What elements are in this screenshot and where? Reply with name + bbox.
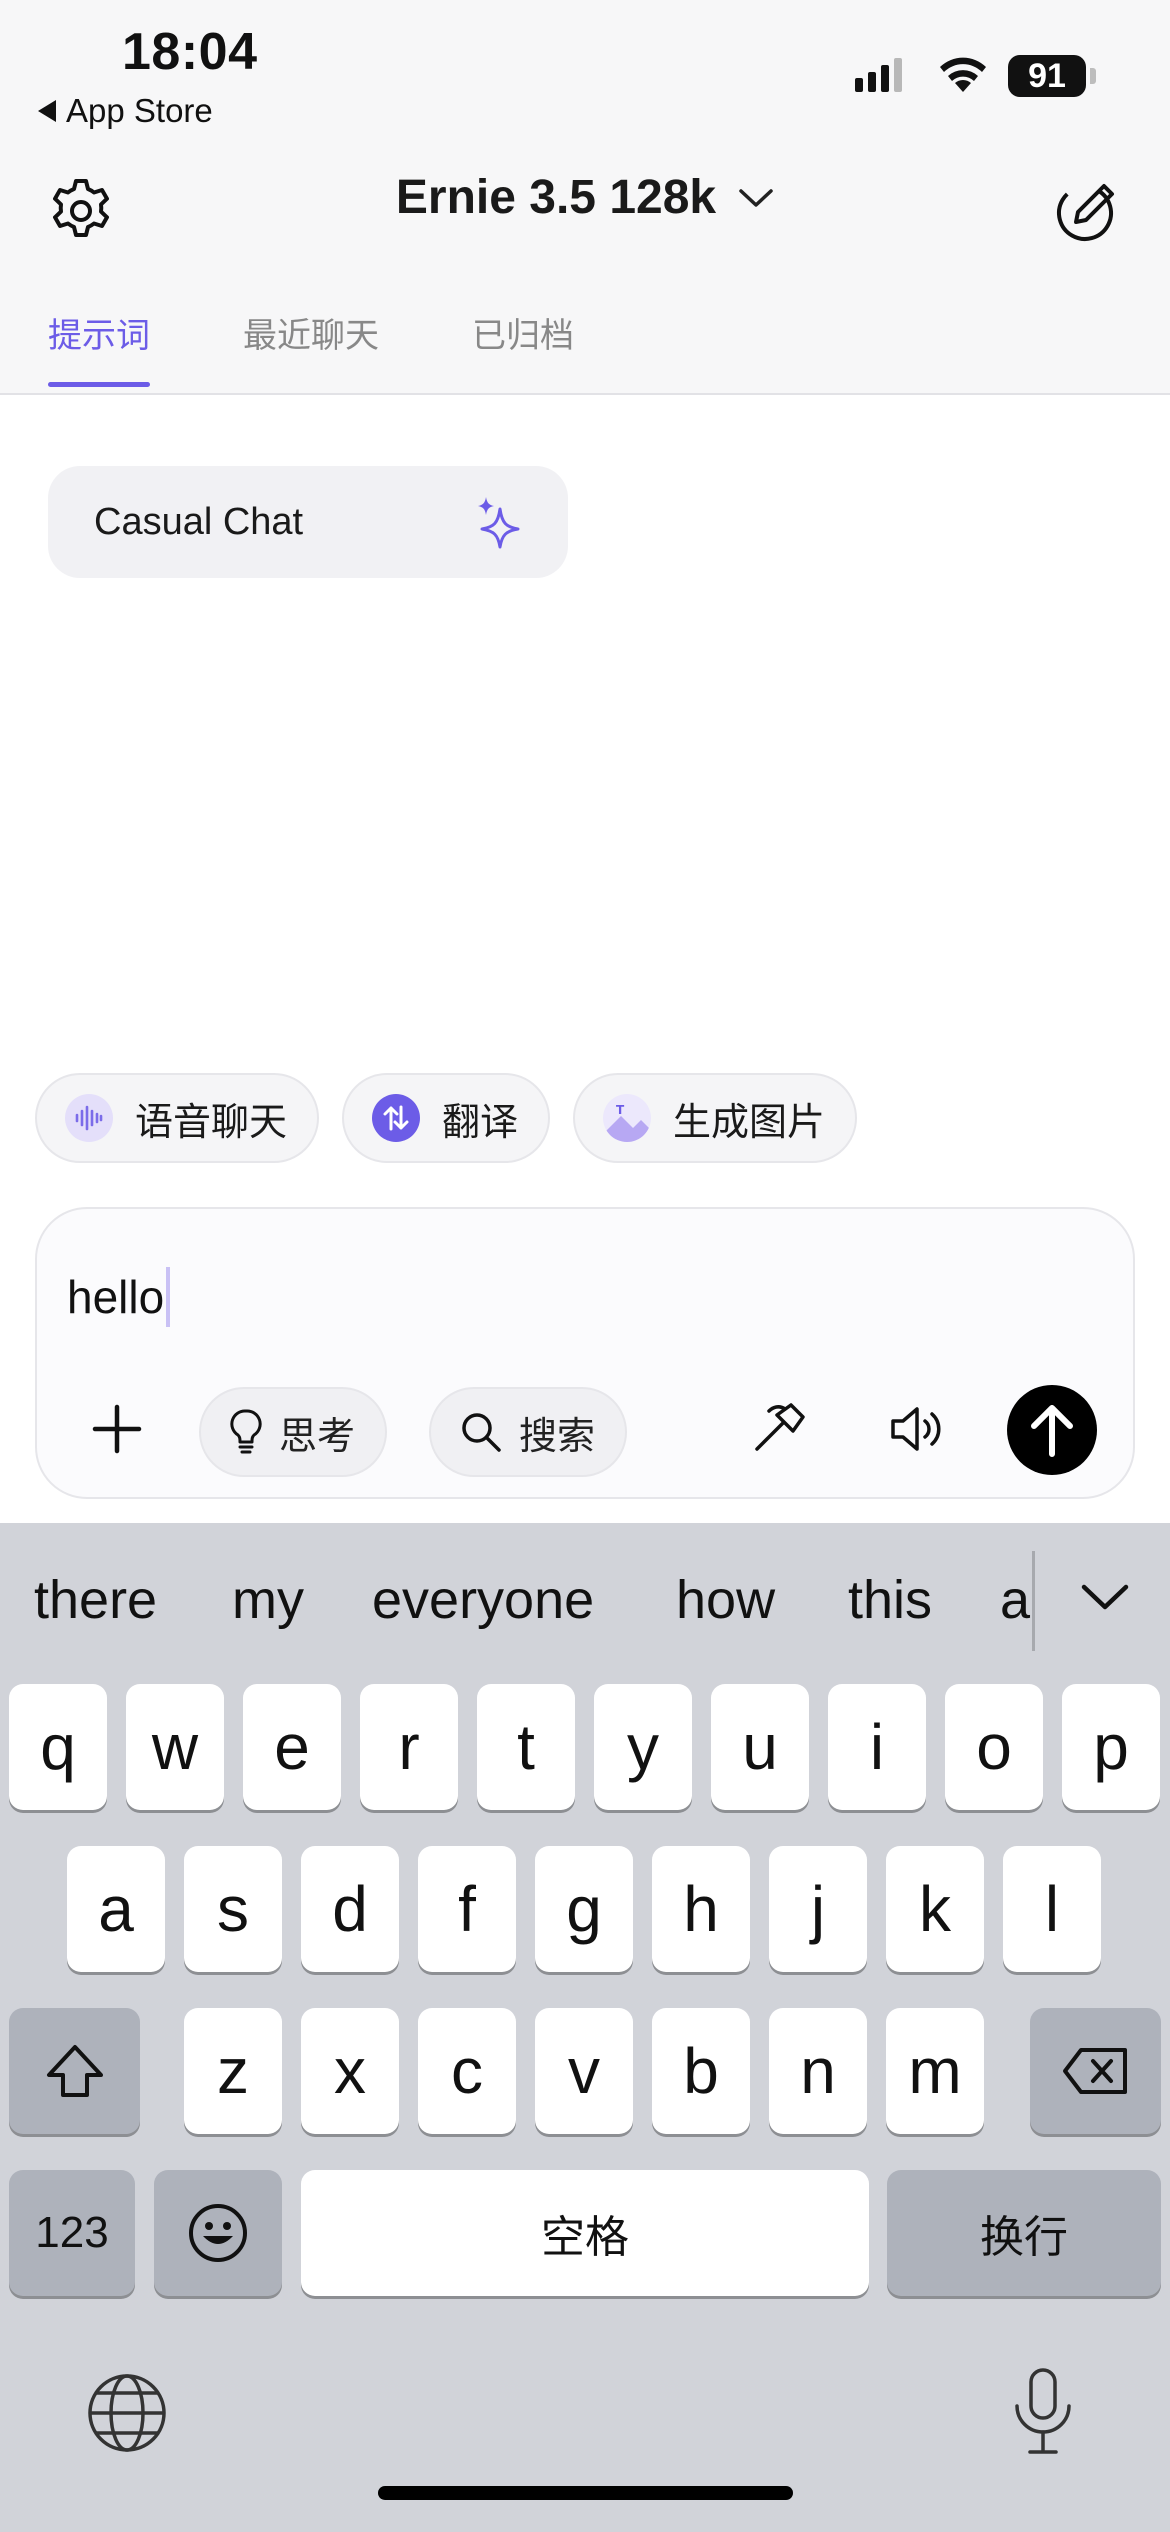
key-h[interactable]: h — [652, 1846, 750, 1972]
quick-action-label: 翻译 — [442, 1101, 519, 1144]
suggestion-bar: there my everyone how this a — [0, 1523, 1170, 1673]
key-l[interactable]: l — [1003, 1846, 1101, 1972]
battery-tip — [1090, 68, 1096, 84]
key-m[interactable]: m — [886, 2008, 984, 2134]
key-b[interactable]: b — [652, 2008, 750, 2134]
back-app-label: App Store — [66, 92, 213, 129]
prompt-card-casual-chat[interactable]: Casual Chat — [48, 466, 568, 578]
key-d[interactable]: d — [301, 1846, 399, 1972]
composer-toolbar: 思考 搜索 — [37, 1379, 1137, 1479]
quick-action-label: 语音聊天 — [135, 1101, 288, 1144]
cellular-signal-icon — [855, 58, 902, 92]
quick-action-translate[interactable]: 翻译 — [342, 1073, 551, 1163]
status-bar: 18:04 App Store 91 — [0, 0, 1170, 140]
quick-action-label: 生成图片 — [673, 1101, 826, 1144]
key-e[interactable]: e — [243, 1684, 341, 1810]
suggestion-item[interactable]: a — [1000, 1569, 1030, 1631]
key-w[interactable]: w — [126, 1684, 224, 1810]
key-v[interactable]: v — [535, 2008, 633, 2134]
new-chat-compose-icon[interactable] — [1052, 176, 1122, 246]
chevron-down-icon — [739, 188, 773, 207]
message-composer[interactable]: hello 思考 搜索 — [35, 1207, 1135, 1499]
tab-bar: 提示词 最近聊天 已归档 — [48, 308, 667, 387]
sparkle-icon — [478, 497, 520, 549]
numbers-key[interactable]: 123 — [9, 2170, 135, 2296]
quick-action-voice-chat[interactable]: 语音聊天 — [35, 1073, 320, 1163]
key-r[interactable]: r — [360, 1684, 458, 1810]
key-a[interactable]: a — [67, 1846, 165, 1972]
wifi-icon — [940, 57, 986, 92]
key-k[interactable]: k — [886, 1846, 984, 1972]
message-input-text: hello — [67, 1271, 165, 1323]
space-key[interactable]: 空格 — [301, 2170, 869, 2296]
search-label: 搜索 — [519, 1415, 596, 1458]
back-to-app-link[interactable]: App Store — [38, 92, 213, 130]
key-i[interactable]: i — [828, 1684, 926, 1810]
emoji-key[interactable] — [154, 2170, 282, 2296]
key-q[interactable]: q — [9, 1684, 107, 1810]
key-z[interactable]: z — [184, 2008, 282, 2134]
search-icon — [462, 1413, 501, 1452]
keyboard: there my everyone how this a q w e r t y… — [0, 1523, 1170, 2532]
model-selector-button[interactable]: Ernie 3.5 128k — [396, 170, 774, 225]
settings-gear-icon[interactable] — [45, 175, 117, 247]
globe-icon[interactable] — [85, 2371, 169, 2455]
suggestion-item[interactable]: how — [676, 1569, 775, 1631]
voice-wave-icon — [65, 1094, 113, 1142]
backspace-icon — [1062, 2048, 1127, 2094]
key-j[interactable]: j — [769, 1846, 867, 1972]
suggestion-item[interactable]: there — [34, 1569, 157, 1631]
prompt-card-label: Casual Chat — [94, 500, 304, 543]
key-g[interactable]: g — [535, 1846, 633, 1972]
key-c[interactable]: c — [418, 2008, 516, 2134]
chevron-down-icon[interactable] — [1070, 1563, 1140, 1633]
quick-actions: 语音聊天 翻译 T 生成图片 — [35, 1073, 858, 1163]
quick-action-generate-image[interactable]: T 生成图片 — [573, 1073, 858, 1163]
back-triangle-icon — [38, 100, 56, 122]
think-label: 思考 — [279, 1415, 356, 1458]
key-x[interactable]: x — [301, 2008, 399, 2134]
key-o[interactable]: o — [945, 1684, 1043, 1810]
model-name: Ernie 3.5 128k — [395, 171, 717, 224]
key-u[interactable]: u — [711, 1684, 809, 1810]
arrow-up-icon — [1031, 1405, 1073, 1457]
send-button[interactable] — [1007, 1385, 1097, 1475]
shift-key[interactable] — [9, 2008, 140, 2134]
tab-recent-chats[interactable]: 最近聊天 — [243, 308, 379, 387]
delete-key[interactable] — [1030, 2008, 1161, 2134]
hammer-tools-icon[interactable] — [747, 1397, 811, 1461]
key-t[interactable]: t — [477, 1684, 575, 1810]
microphone-icon[interactable] — [1008, 2366, 1078, 2458]
status-time: 18:04 — [122, 23, 258, 81]
suggestion-item[interactable]: my — [232, 1569, 304, 1631]
text-caret — [166, 1267, 171, 1327]
key-y[interactable]: y — [594, 1684, 692, 1810]
key-p[interactable]: p — [1062, 1684, 1160, 1810]
message-input[interactable]: hello — [67, 1267, 171, 1327]
key-f[interactable]: f — [418, 1846, 516, 1972]
home-indicator — [378, 2486, 793, 2500]
search-toggle-button[interactable]: 搜索 — [429, 1387, 628, 1477]
return-key[interactable]: 换行 — [887, 2170, 1161, 2296]
lightbulb-icon — [230, 1409, 262, 1454]
suggestion-item[interactable]: this — [848, 1569, 932, 1631]
key-s[interactable]: s — [184, 1846, 282, 1972]
key-n[interactable]: n — [769, 2008, 867, 2134]
tab-archived[interactable]: 已归档 — [472, 308, 574, 387]
image-generate-icon: T — [603, 1094, 652, 1142]
model-selector: Ernie 3.5 128k — [0, 170, 1170, 225]
battery-icon: 91 — [1008, 55, 1086, 97]
suggestion-divider — [1032, 1551, 1035, 1651]
think-toggle-button[interactable]: 思考 — [199, 1387, 388, 1477]
speaker-icon[interactable] — [885, 1397, 949, 1461]
suggestion-item[interactable]: everyone — [372, 1569, 594, 1631]
tab-prompts[interactable]: 提示词 — [48, 308, 150, 387]
plus-icon[interactable] — [85, 1397, 149, 1461]
shift-arrow-icon — [46, 2045, 103, 2097]
translate-icon — [372, 1094, 421, 1142]
app-header: Ernie 3.5 128k 提示词 最近聊天 已归档 — [0, 140, 1170, 395]
emoji-smile-icon — [189, 2204, 247, 2262]
svg-text:T: T — [616, 1103, 625, 1117]
